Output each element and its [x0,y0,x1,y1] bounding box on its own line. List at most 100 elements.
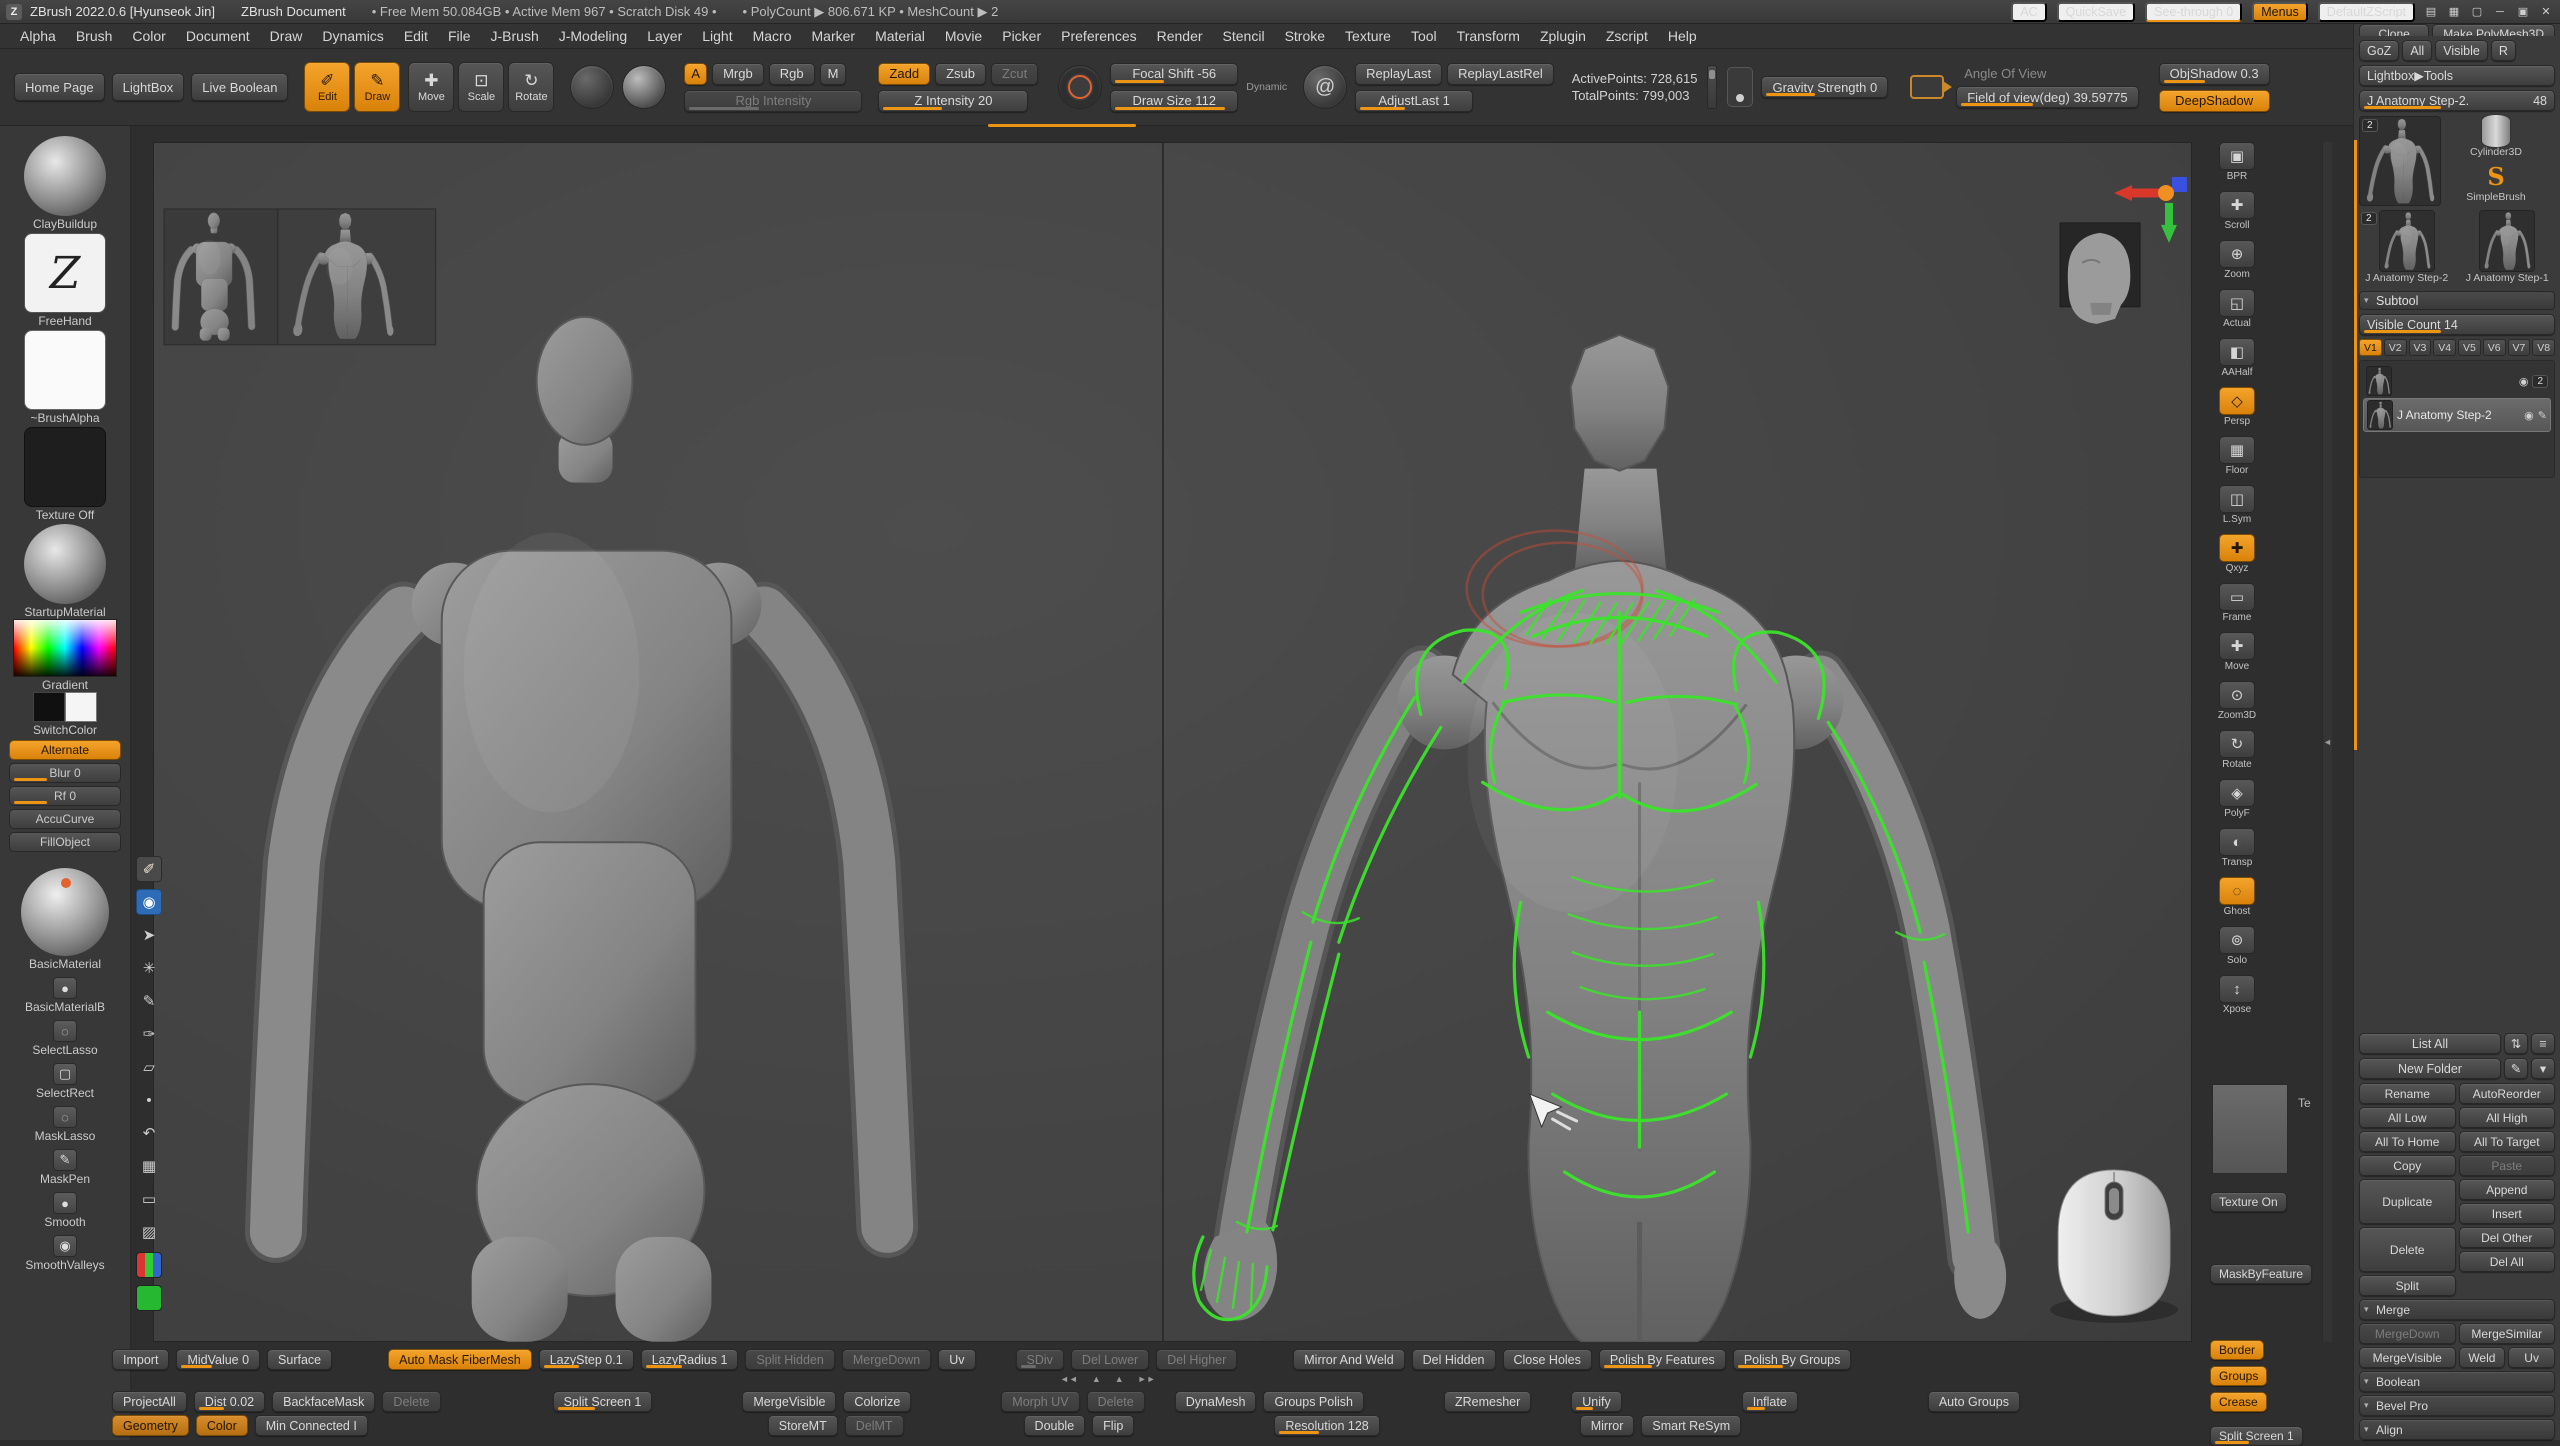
right-shelf-button[interactable]: ↻ Rotate [2215,730,2259,770]
bottom-button[interactable]: LazyStep 0.1 [539,1349,634,1370]
m-button[interactable]: M [820,63,847,85]
menu-item[interactable]: Movie [935,24,992,49]
menu-item[interactable]: File [438,24,481,49]
bottom-button[interactable]: Unify [1571,1391,1621,1412]
bottom-button[interactable]: Groups Polish [1263,1391,1364,1412]
subtool-action-button[interactable]: Insert [2459,1203,2556,1224]
left-tray-item[interactable]: ClayBuildup [6,134,124,231]
bottom-button[interactable]: Split Screen 1 [553,1391,653,1412]
subtool-action-button[interactable]: All To Home [2359,1131,2456,1152]
bottom-button[interactable]: Double [1024,1415,1086,1436]
subtool-section-header[interactable]: Subtool [2359,291,2555,310]
menu-item[interactable]: Zplugin [1530,24,1596,49]
right-mid-button[interactable]: Border [2210,1340,2264,1360]
subtool-version-tab[interactable]: V4 [2433,339,2456,356]
menu-item[interactable]: Layer [637,24,692,49]
field-of-view-slider[interactable]: Field of view(deg) 39.59775 [1956,86,2138,108]
canvas-tool-icon[interactable]: ✐ [136,856,162,882]
bottom-button[interactable]: ProjectAll [112,1391,187,1412]
list-all-button[interactable]: List All [2359,1033,2501,1054]
menu-item[interactable]: Texture [1335,24,1401,49]
canvas-tool-icon[interactable]: ✑ [136,1021,162,1047]
right-shelf-button[interactable]: ◐ Transp [2215,828,2259,868]
canvas-tool-icon[interactable]: ➤ [136,922,162,948]
menu-item[interactable]: Render [1147,24,1213,49]
bottom-button[interactable]: Surface [267,1349,332,1370]
canvas-tool-icon[interactable]: • [136,1087,162,1113]
subtool-action-button[interactable]: MergeSimilar [2459,1323,2556,1344]
gravity-icon[interactable] [1727,67,1753,107]
right-mid-button[interactable]: Split Screen 1 [2210,1426,2303,1446]
menu-item[interactable]: Edit [394,24,438,49]
zcut-button[interactable]: Zcut [991,63,1038,85]
right-shelf-button[interactable]: ▦ Floor [2215,436,2259,476]
bottom-button[interactable]: Delete [1087,1391,1145,1412]
right-shelf-button[interactable]: ◫ L.Sym [2215,485,2259,525]
bottom-button[interactable]: DelMT [845,1415,904,1436]
subtool-action-button[interactable]: Bevel Pro [2359,1395,2555,1416]
active-tool-thumbnail[interactable]: 2 [2359,116,2441,206]
replay-last-rel-button[interactable]: ReplayLastRel [1447,63,1554,85]
menu-item[interactable]: Brush [66,24,123,49]
left-tray-item[interactable]: StartupMaterial [6,522,124,619]
bottom-button[interactable]: Morph UV [1001,1391,1079,1412]
rename-icon-button[interactable]: ✎ [2504,1058,2528,1079]
bottom-button[interactable]: Polish By Groups [1733,1349,1852,1370]
menu-item[interactable]: Help [1658,24,1707,49]
bottom-button[interactable]: ZRemesher [1444,1391,1531,1412]
rgb-button[interactable]: Rgb [769,63,815,85]
bottom-button[interactable]: Colorize [843,1391,911,1412]
right-shelf-button[interactable]: ◇ Persp [2215,387,2259,427]
right-shelf-button[interactable]: ◧ AAHalf [2215,338,2259,378]
right-shelf-button[interactable]: ⊙ Zoom3D [2215,681,2259,721]
texture-thumbnail[interactable] [2212,1084,2288,1174]
right-mid-button[interactable]: MaskByFeature [2210,1264,2312,1284]
z-intensity-slider[interactable]: Z Intensity 20 [878,90,1028,112]
right-mid-button[interactable]: Groups [2210,1366,2267,1386]
draw-size-slider[interactable]: Draw Size 112 [1110,90,1238,112]
bottom-button[interactable]: Del Lower [1071,1349,1149,1370]
live-boolean-button[interactable]: Live Boolean [191,73,288,101]
subtool-action-button[interactable]: All High [2459,1107,2556,1128]
left-tray-item[interactable]: ● Smooth [6,1192,124,1229]
color-a-button[interactable]: A [684,63,707,85]
menu-item[interactable]: Light [692,24,742,49]
bottom-button[interactable]: SDiv [1016,1349,1064,1370]
left-tray-item[interactable]: ◉ SmoothValleys [6,1235,124,1272]
eye-icon[interactable]: ◉ [2519,375,2529,388]
left-tray-item[interactable]: ~BrushAlpha [6,328,124,425]
titlebar-button[interactable]: Menus [2252,2,2308,22]
focal-shift-slider[interactable]: Focal Shift -56 [1110,63,1238,85]
menu-item[interactable]: Material [865,24,935,49]
canvas-tool-icon[interactable]: ◉ [136,889,162,915]
bottom-button[interactable]: MidValue 0 [176,1349,260,1370]
subtool-action-button[interactable]: Del Other [2459,1227,2556,1248]
stroke-picker-icon[interactable] [570,65,614,109]
folder-menu-icon-button[interactable]: ▾ [2531,1058,2555,1079]
subtool-row-selected[interactable]: J Anatomy Step-2 ◉ ✎ [2363,398,2551,432]
gravity-strength-slider[interactable]: Gravity Strength 0 [1761,76,1888,98]
subtool-action-button[interactable]: Split [2359,1275,2456,1296]
left-tray-item[interactable]: Z FreeHand [6,231,124,328]
view-head-preview[interactable] [2060,223,2140,324]
goz-row-button[interactable]: Visible [2435,40,2488,61]
menu-item[interactable]: Dynamics [312,24,393,49]
subtool-action-button[interactable]: Align [2359,1419,2555,1440]
left-tray-item[interactable]: Alternate [6,740,124,760]
bottom-button[interactable]: Mirror [1580,1415,1635,1436]
subtool-row[interactable]: ◉ 2 [2363,364,2551,398]
bottom-button[interactable]: Color [196,1415,248,1436]
recent-tool-thumbnail[interactable]: 2 J Anatomy Step-2 [2359,210,2455,284]
subtool-action-button[interactable]: Append [2459,1179,2556,1200]
menu-item[interactable]: Zscript [1596,24,1658,49]
subtool-version-tab[interactable]: V7 [2508,339,2531,356]
zadd-button[interactable]: Zadd [878,63,930,85]
bottom-button[interactable]: Del Hidden [1412,1349,1496,1370]
subtool-action-button[interactable]: Paste [2459,1155,2556,1176]
right-shelf-button[interactable]: ↕ Xpose [2215,975,2259,1015]
eye-icon[interactable]: ◉ [2524,409,2534,422]
right-shelf-button[interactable]: ▭ Frame [2215,583,2259,623]
subtool-action-button[interactable]: AutoReorder [2459,1083,2556,1104]
bottom-button[interactable]: BackfaceMask [272,1391,375,1412]
tray-divider-handle[interactable]: ◄ [2322,142,2332,1342]
